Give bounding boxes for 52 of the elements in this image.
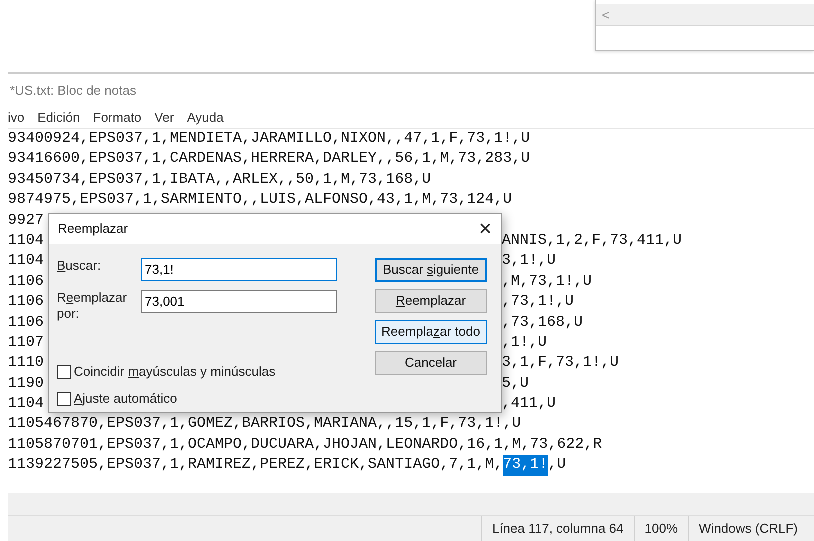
- text-line-fragment: 1104: [8, 395, 44, 412]
- selected-text: 73,1!: [503, 455, 548, 476]
- text-line: ,U: [548, 455, 566, 476]
- text-line-fragment: 5,U: [502, 374, 530, 392]
- field-label: Reemplazar por:: [57, 290, 128, 322]
- field-label: Buscar:: [57, 258, 102, 274]
- text-line: 9874975,EPS037,1,SARMIENTO,,LUIS,ALFONSO,43,1,M,73,124,U: [8, 190, 512, 210]
- checkbox[interactable]: [57, 364, 71, 379]
- text-line-fragment: 1190: [8, 374, 44, 392]
- text-line-fragment: 9927: [8, 212, 44, 229]
- text-line-fragment: 1106: [8, 314, 44, 331]
- text-line-fragment: ANNIS,1,2,F,73,411,U: [502, 232, 682, 249]
- menu-item[interactable]: ivo: [8, 108, 25, 128]
- text-line-fragment: 1106: [8, 272, 44, 290]
- dialog-button[interactable]: Reemplazar todo: [375, 320, 487, 344]
- text-line: 93450734,EPS037,1,IBATA,,ARLEX,,50,1,M,73,168,U: [8, 170, 432, 190]
- text-line-fragment: ,73,1!,U: [502, 293, 574, 310]
- text-line-fragment: 1104: [8, 252, 44, 270]
- input-field[interactable]: 73,1!: [141, 258, 337, 281]
- text-line: 1105467870,EPS037,1,GOMEZ,BARRIOS,MARIANA,,15,1,F,73,1!,U: [8, 414, 522, 434]
- menu-item[interactable]: Ayuda: [187, 108, 224, 128]
- status-text: Línea 117, columna 64: [492, 520, 624, 538]
- input-field[interactable]: 73,001: [141, 290, 337, 313]
- text-line-fragment: ,73,168,U: [502, 314, 584, 331]
- dialog-button[interactable]: Buscar siguiente: [375, 258, 487, 282]
- text-line: 1139227505,EPS037,1,RAMIREZ,PEREZ,ERICK,SANTIAGO,7,1,M,: [8, 455, 504, 476]
- menu-item[interactable]: Ver: [154, 108, 174, 128]
- text-line: 93416600,EPS037,1,CARDENAS,HERRERA,DARLEY,,56,1,M,73,283,U: [8, 149, 530, 170]
- status-text: Windows (CRLF): [699, 520, 798, 538]
- horizontal-scrollbar[interactable]: [8, 493, 814, 515]
- dialog-button[interactable]: Reemplazar: [375, 289, 487, 313]
- dialog-button[interactable]: Cancelar: [375, 351, 487, 375]
- dialog-title: Reemplazar: [58, 221, 128, 237]
- text-line-fragment: 3,1,F,73,1!,U: [502, 354, 620, 372]
- text-line-fragment: 1104: [8, 232, 44, 249]
- menu-item[interactable]: Formato: [93, 108, 142, 128]
- text-line-fragment: 1110: [8, 354, 44, 372]
- text-line-fragment: 1106: [8, 293, 44, 310]
- window-title: *US.txt: Bloc de notas: [10, 82, 136, 100]
- checkbox-label: Coincidir mayúsculas y minúsculas: [74, 364, 276, 380]
- text-line-fragment: ,1!,U: [502, 334, 548, 351]
- checkbox[interactable]: [57, 392, 71, 406]
- checkbox-label: Ajuste automático: [74, 391, 178, 407]
- text-line-fragment: ,M,73,1!,U: [502, 272, 592, 290]
- text-line: 93400924,EPS037,1,MENDIETA,JARAMILLO,NIXON,,47,1,F,73,1!,U: [8, 129, 530, 149]
- menu-item[interactable]: Edición: [38, 108, 80, 128]
- status-text: 100%: [644, 520, 678, 538]
- text-line-fragment: 1107: [8, 334, 44, 351]
- close-button[interactable]: ×: [470, 218, 501, 240]
- text-line-fragment: ,411,U: [502, 395, 556, 412]
- text-line: 1105870701,EPS037,1,OCAMPO,DUCUARA,JHOJAN,LEONARDO,16,1,M,73,622,R: [8, 434, 602, 455]
- text-line-fragment: 3,1!,U: [502, 252, 556, 270]
